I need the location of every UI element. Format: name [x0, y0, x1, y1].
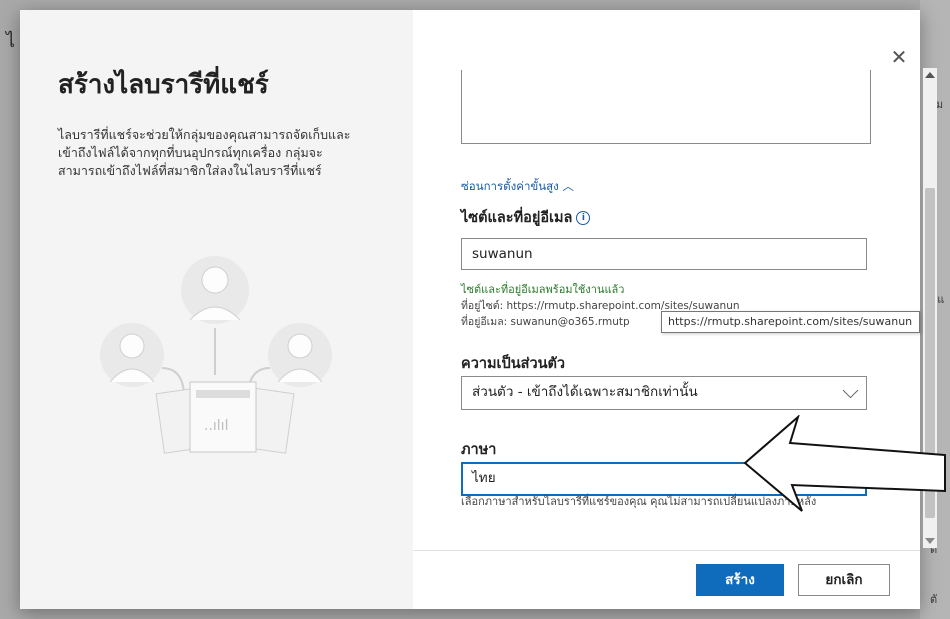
create-shared-library-dialog: สร้างไลบรารีที่แชร์ ไลบรารีที่แชร์จะช่วย…	[20, 10, 937, 609]
privacy-label: ความเป็นส่วนตัว	[461, 356, 566, 372]
site-email-label: ไซต์และที่อยู่อีเมล i	[461, 206, 591, 229]
members-input[interactable]	[461, 70, 871, 144]
site-name-input[interactable]: suwanun	[461, 238, 867, 270]
chart-glyph: ..ılıl	[204, 418, 228, 434]
hide-advanced-settings-link[interactable]: ซ่อนการตั้งค่าขั้นสูง ︿	[461, 178, 574, 196]
privacy-select[interactable]: ส่วนตัว - เข้าถึงได้เฉพาะสมาชิกเท่านั้น	[461, 376, 867, 410]
email-address-text: ที่อยู่อีเมล: suwanun@o365.rmutp	[461, 316, 630, 328]
dialog-description: ไลบรารีที่แชร์จะช่วยให้กลุ่มของคุณสามารถ…	[58, 127, 351, 178]
background-fragment: ตั	[930, 593, 938, 606]
cancel-button[interactable]: ยกเลิก	[798, 564, 890, 596]
annotation-arrow	[743, 415, 946, 512]
dialog-title: สร้างไลบรารีที่แชร์	[58, 70, 269, 100]
scroll-up-icon[interactable]	[925, 72, 935, 78]
info-icon[interactable]: i	[576, 211, 591, 225]
close-button[interactable]: ✕	[887, 45, 911, 69]
dialog-form-pane: ✕ ซ่อนการตั้งค่าขั้นสูง ︿ ไซต์และที่อยู่…	[413, 10, 937, 609]
site-availability-status: ไซต์และที่อยู่อีเมลพร้อมใช้งานแล้ว	[461, 283, 625, 296]
create-button[interactable]: สร้าง	[696, 564, 784, 596]
background-text-fragment: ไ	[6, 31, 16, 52]
privacy-select-value: ส่วนตัว - เข้าถึงได้เฉพาะสมาชิกเท่านั้น	[472, 384, 698, 400]
dialog-info-pane: สร้างไลบรารีที่แชร์ ไลบรารีที่แชร์จะช่วย…	[20, 10, 413, 609]
footer-divider	[413, 550, 920, 551]
site-email-label-text: ไซต์และที่อยู่อีเมล	[461, 210, 573, 226]
language-label: ภาษา	[461, 442, 497, 458]
scroll-down-icon[interactable]	[925, 538, 935, 544]
chevron-down-icon	[842, 382, 859, 399]
site-url-tooltip: https://rmutp.sharepoint.com/sites/suwan…	[661, 311, 920, 333]
people-library-illustration: ..ılıl	[100, 256, 332, 454]
